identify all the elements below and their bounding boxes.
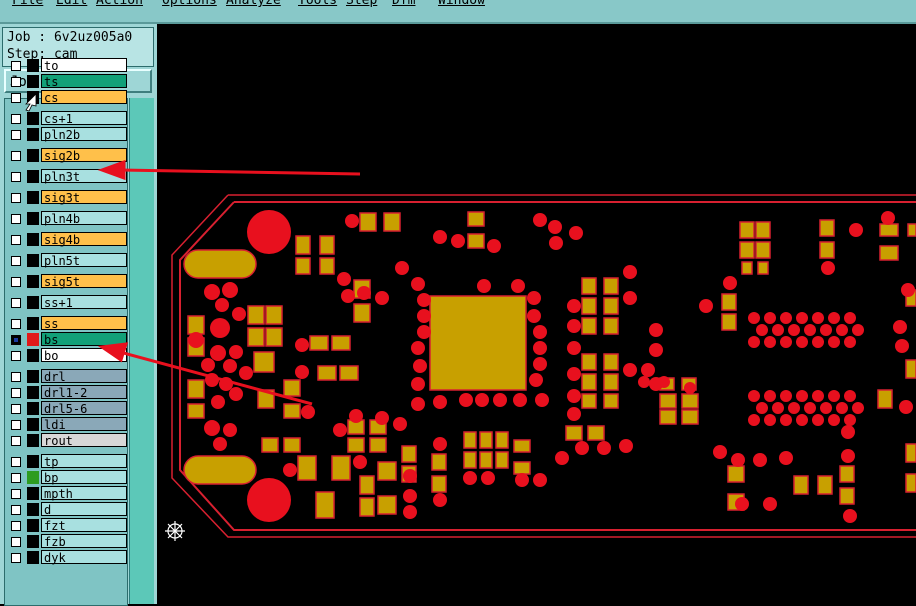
annotation-arrow-1 — [97, 159, 361, 181]
mouse-cursor-icon — [25, 93, 37, 112]
annotation-arrow-2 — [97, 342, 313, 406]
annotation-layer — [25, 93, 361, 406]
